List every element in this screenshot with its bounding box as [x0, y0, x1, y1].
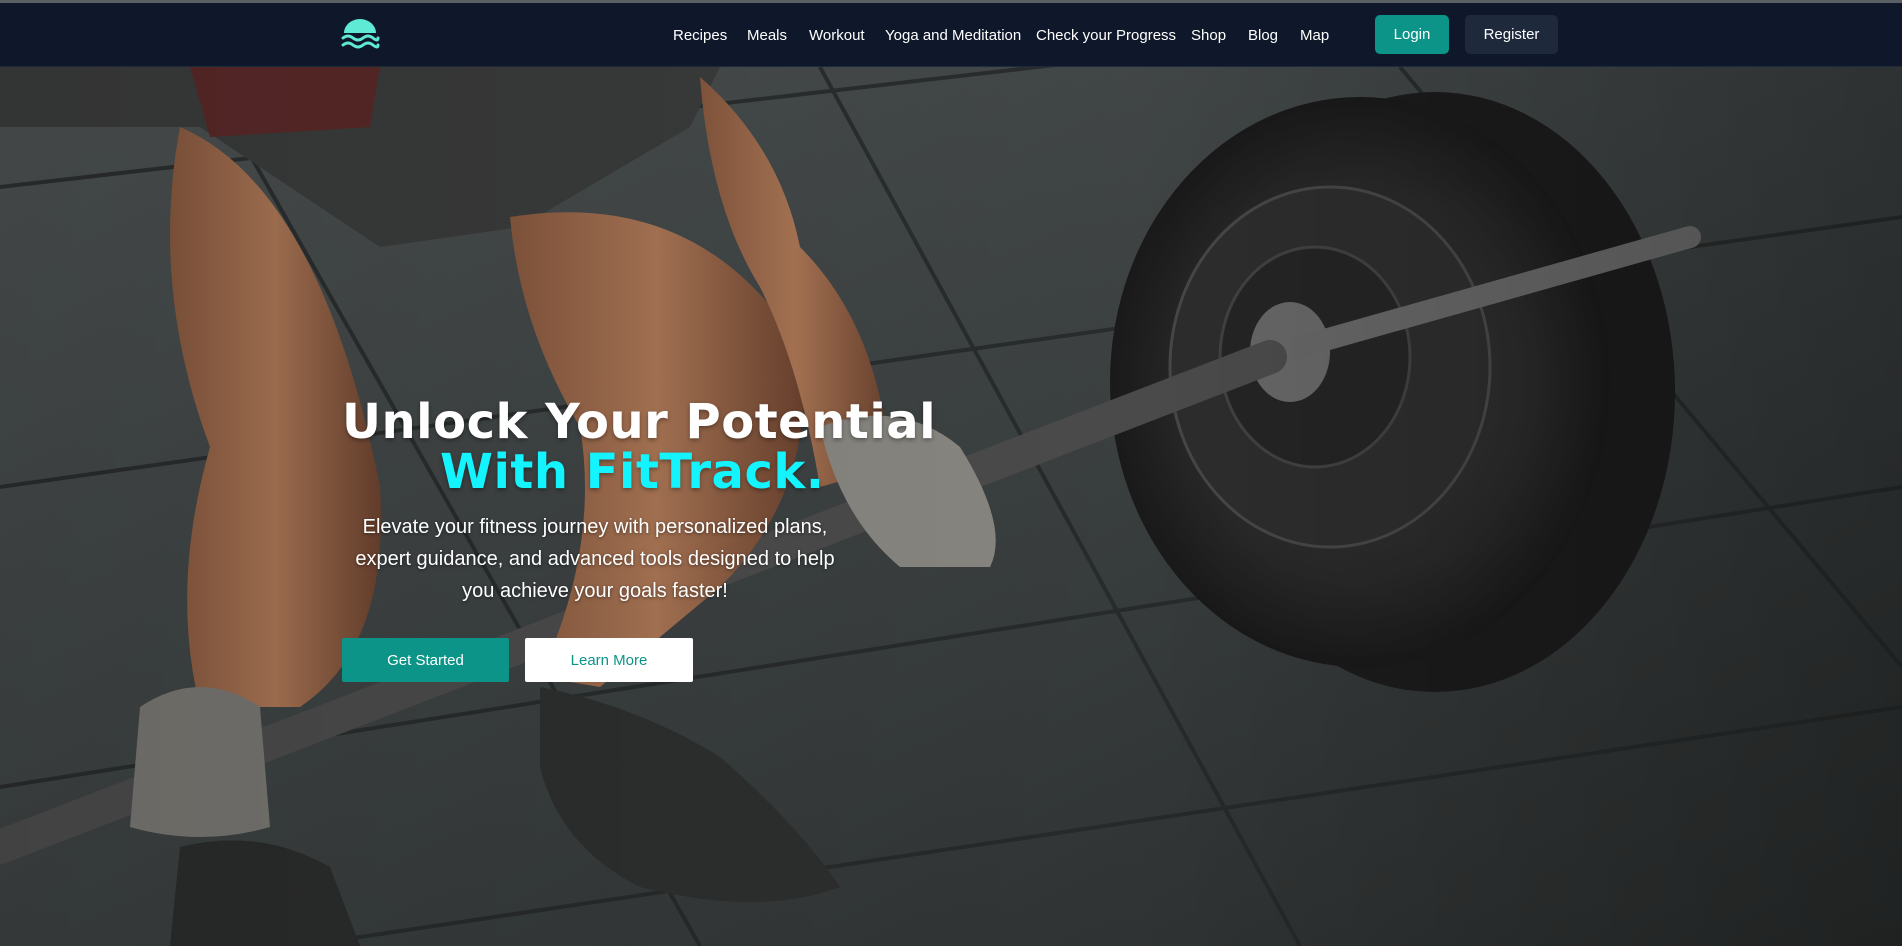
hero-headline-line2: With FitTrack. — [440, 444, 825, 500]
navbar: Recipes Meals Workout Yoga and Meditatio… — [0, 3, 1902, 67]
login-button[interactable]: Login — [1375, 15, 1449, 54]
nav-link-recipes[interactable]: Recipes — [673, 27, 727, 45]
hero-headline: Unlock Your Potential With FitTrack. — [342, 397, 942, 497]
waves-logo-icon[interactable] — [340, 19, 380, 53]
register-button[interactable]: Register — [1465, 15, 1558, 54]
hero-headline-line1: Unlock Your Potential — [342, 394, 937, 450]
hero-section: Unlock Your Potential With FitTrack. Ele… — [0, 67, 1902, 946]
nav-link-check-progress[interactable]: Check your Progress — [1036, 27, 1176, 45]
nav-link-meals[interactable]: Meals — [747, 27, 787, 45]
nav-link-workout[interactable]: Workout — [809, 27, 865, 45]
hero-background-image — [0, 67, 1902, 946]
hero-subtext: Elevate your fitness journey with person… — [355, 516, 835, 602]
learn-more-button[interactable]: Learn More — [525, 638, 693, 682]
get-started-button[interactable]: Get Started — [342, 638, 509, 682]
nav-link-blog[interactable]: Blog — [1248, 27, 1278, 45]
nav-link-map[interactable]: Map — [1300, 27, 1329, 45]
nav-link-shop[interactable]: Shop — [1191, 27, 1226, 45]
nav-link-yoga-meditation[interactable]: Yoga and Meditation — [885, 27, 1021, 45]
